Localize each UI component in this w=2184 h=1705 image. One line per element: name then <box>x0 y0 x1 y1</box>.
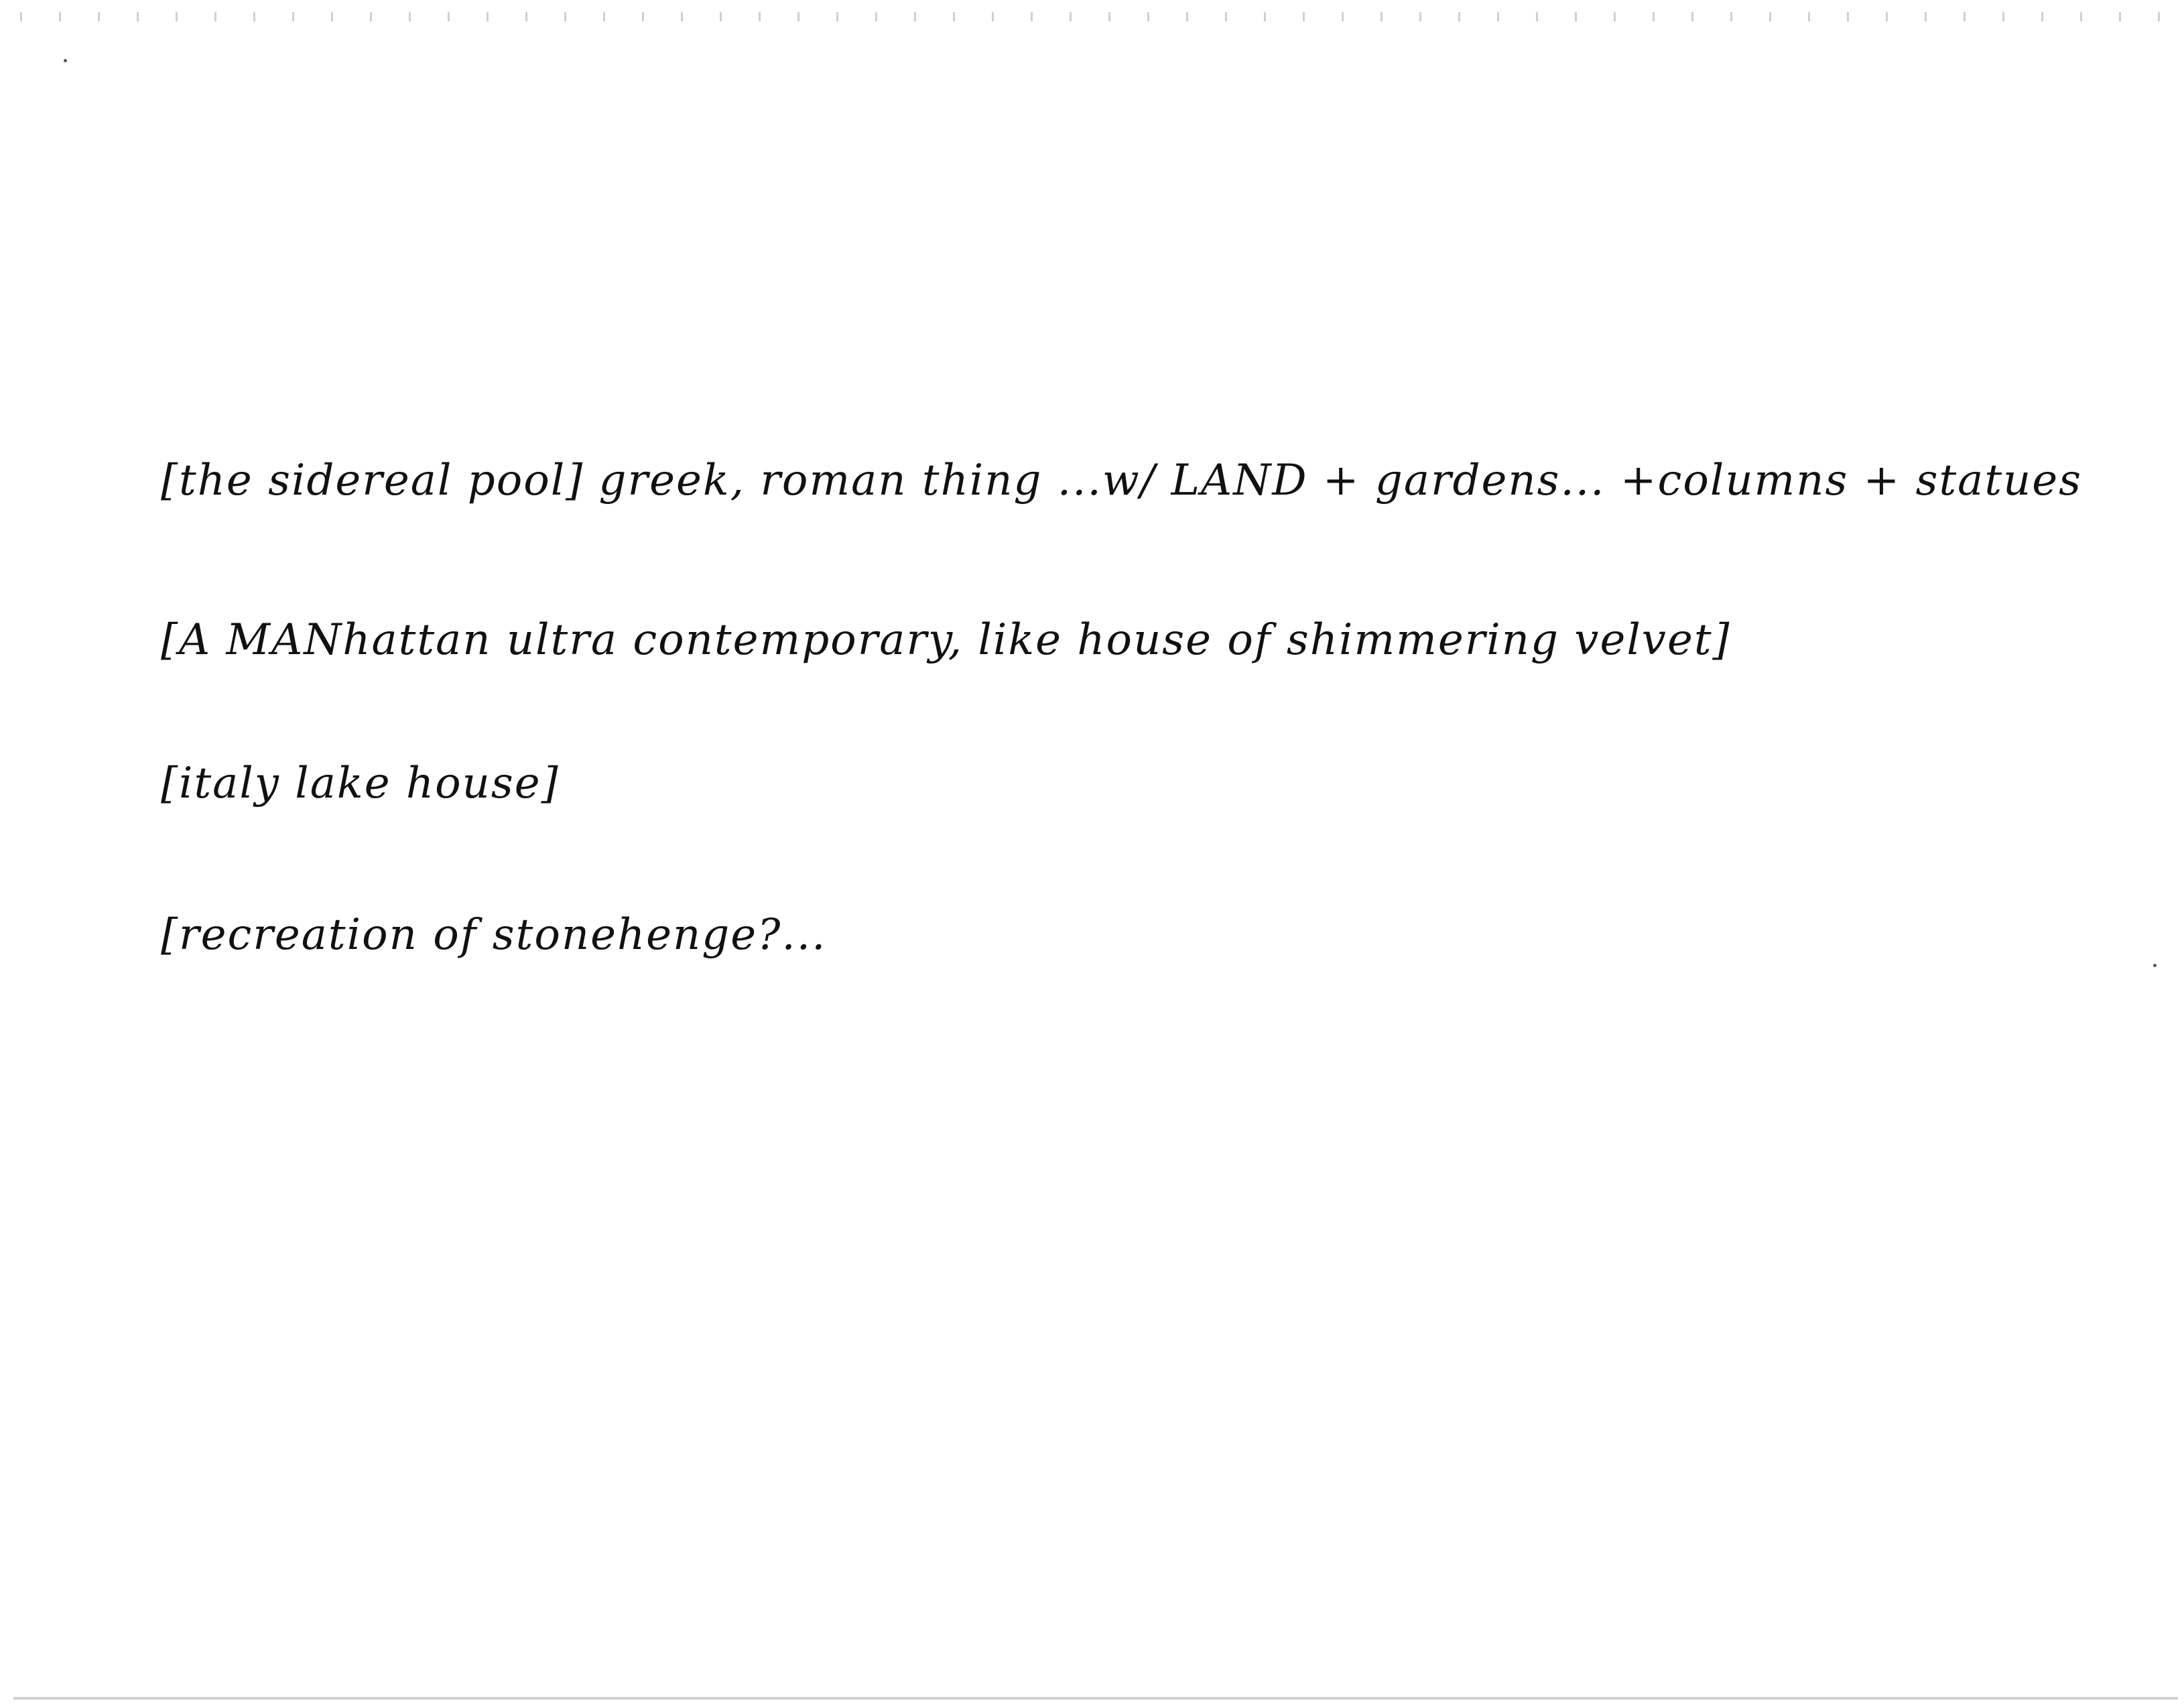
scan-edge-bottom <box>13 1697 2178 1700</box>
note-line: [recreation of stonehenge?... <box>161 910 827 960</box>
scan-speck <box>2153 964 2157 967</box>
note-line: [italy lake house] <box>161 759 560 808</box>
scan-speck <box>64 59 67 62</box>
scanned-note-page: [the sidereal pool] greek, roman thing .… <box>0 0 2184 1705</box>
note-line: [A MANhattan ultra contemporary, like ho… <box>161 615 1731 665</box>
scan-edge-top <box>20 12 2165 21</box>
note-line: [the sidereal pool] greek, roman thing .… <box>161 456 2082 505</box>
